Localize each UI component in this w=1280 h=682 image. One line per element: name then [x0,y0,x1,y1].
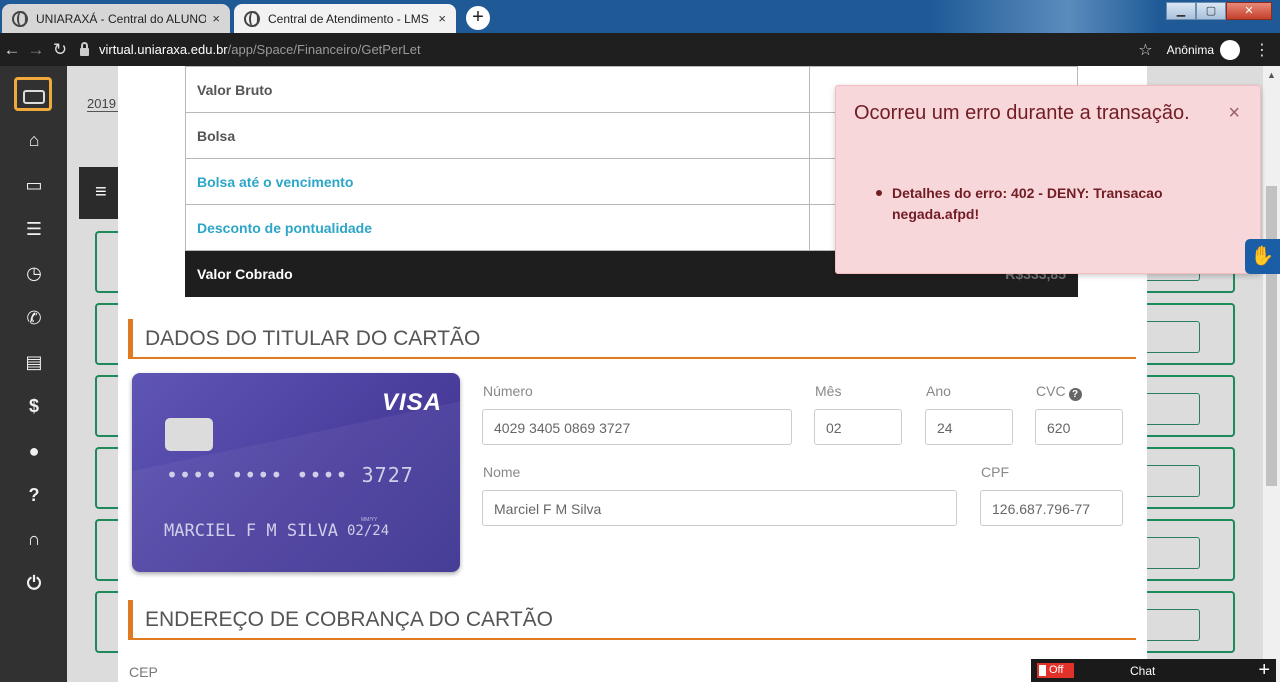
list-icon[interactable]: ☰ [22,217,46,241]
list-item-action [1147,303,1235,365]
forward-icon[interactable]: → [24,40,48,60]
chat-widget[interactable]: Off Chat + [1031,659,1276,682]
list-item [95,303,119,365]
cvc-label-text: CVC [1036,383,1066,399]
globe-icon [244,10,260,27]
tab-label: UNIARAXÁ - Central do ALUNO | [36,11,207,26]
list-item-action [1147,591,1235,653]
toast-close-button[interactable]: × [1228,102,1240,125]
cpf-input[interactable]: 126.687.796-77 [980,490,1123,526]
card-number-display: •••• •••• •••• 3727 [166,463,414,487]
reload-icon[interactable]: ↻ [48,40,72,60]
card-expiry: 02/24 [347,523,390,539]
browser-tab-central-aluno[interactable]: UNIARAXÁ - Central do ALUNO | × [2,4,230,33]
tab-label: Central de Atendimento - LMS - | [268,11,433,26]
lock-icon [80,41,89,56]
row-label: Desconto de pontualidade [184,204,811,251]
clock-icon[interactable]: ◷ [22,261,46,285]
tab-close-icon[interactable]: × [212,11,220,26]
power-icon[interactable]: ⏻ [22,571,46,595]
bookmark-star-icon[interactable]: ☆ [1138,40,1152,60]
profile-button[interactable]: Anônima [1166,39,1240,60]
document-icon[interactable]: ▤ [22,350,46,374]
home-icon[interactable]: ⌂ [22,128,46,152]
page-scrollbar[interactable]: ▲ [1263,66,1280,682]
section-title-card-holder: DADOS DO TITULAR DO CARTÃO [128,319,1136,359]
card-holder-name: MARCIEL F M SILVA [164,521,338,541]
url-path: /app/Space/Financeiro/GetPerLet [227,42,421,57]
section-title-billing-address: ENDEREÇO DE COBRANÇA DO CARTÃO [128,600,1136,640]
browser-tab-central-atendimento[interactable]: Central de Atendimento - LMS - | × [234,4,456,33]
chat-toggle[interactable]: Off [1037,663,1074,678]
error-toast: Ocorreu um erro durante a transação. × D… [835,85,1261,274]
row-label: Valor Cobrado [184,250,811,297]
headphones-icon[interactable]: ∩ [22,527,46,551]
chat-label: Chat [1130,663,1156,678]
chat-expand-icon[interactable]: + [1258,659,1270,682]
profile-label: Anônima [1166,42,1214,57]
card-brand-logo: VISA [381,389,442,416]
app-sidebar: ⌂ ▭ ☰ ◷ ✆ ▤ $ ● ? ∩ ⏻ [0,66,67,682]
hamburger-icon[interactable]: ≡ [79,167,119,219]
cep-label: CEP [129,664,158,680]
window-close-button[interactable]: ✕ [1226,2,1272,20]
row-label: Bolsa até o vencimento [184,158,811,205]
globe-icon [12,10,28,27]
back-icon[interactable]: ← [0,40,24,60]
tab-close-icon[interactable]: × [438,11,446,26]
credit-card-preview: VISA •••• •••• •••• 3727 MARCIEL F M SIL… [132,373,460,572]
list-item-action [1147,519,1235,581]
card-chip-icon [165,418,213,451]
list-item [95,375,119,437]
maximize-button[interactable]: ▢ [1196,2,1226,20]
cvc-label: CVC? [1036,383,1082,401]
help-icon[interactable]: ? [22,483,46,507]
name-input[interactable]: Marciel F M Silva [482,490,957,526]
user-icon[interactable]: ● [22,439,46,463]
error-detail: Detalhes do erro: 402 - DENY: Transacao … [876,183,1222,225]
card-number-input[interactable]: 4029 3405 0869 3727 [482,409,792,445]
url-host: virtual.uniaraxa.edu.br [99,42,228,57]
numero-label: Número [483,383,533,399]
dollar-icon[interactable]: $ [22,394,46,418]
month-input[interactable]: 02 [814,409,902,445]
id-card-icon[interactable]: ▭ [22,173,46,197]
app-logo-icon[interactable] [14,77,52,111]
new-tab-button[interactable]: + [466,6,490,30]
ano-label: Ano [926,383,951,399]
list-item [95,447,119,509]
scrollbar-thumb[interactable] [1266,186,1277,486]
browser-menu-icon[interactable]: ⋮ [1254,40,1270,60]
phone-icon[interactable]: ✆ [22,306,46,330]
list-item-action [1147,375,1235,437]
row-label: Bolsa [184,112,811,159]
address-bar[interactable]: virtual.uniaraxa.edu.br/app/Space/Financ… [80,36,1120,63]
row-label: Valor Bruto [184,66,811,113]
scroll-up-icon[interactable]: ▲ [1267,70,1276,80]
list-item [95,231,119,293]
incognito-icon [1220,39,1240,60]
sign-language-icon[interactable]: ✋ [1245,239,1280,274]
list-item [95,519,119,581]
toast-title: Ocorreu um erro durante a transação. [854,102,1190,124]
year-input[interactable]: 24 [925,409,1013,445]
cvc-input[interactable]: 620 [1035,409,1123,445]
browser-titlebar: UNIARAXÁ - Central do ALUNO | × Central … [0,0,1280,33]
question-circle-icon[interactable]: ? [1068,388,1082,401]
browser-toolbar: ← → ↻ virtual.uniaraxa.edu.br/app/Space/… [0,33,1280,66]
list-item-action [1147,447,1235,509]
mes-label: Mês [815,383,842,399]
cpf-label: CPF [981,464,1009,480]
nome-label: Nome [483,464,521,480]
minimize-button[interactable]: ▁ [1166,2,1196,20]
list-item [95,591,119,653]
window-controls: ▁ ▢ ✕ [1166,2,1272,20]
